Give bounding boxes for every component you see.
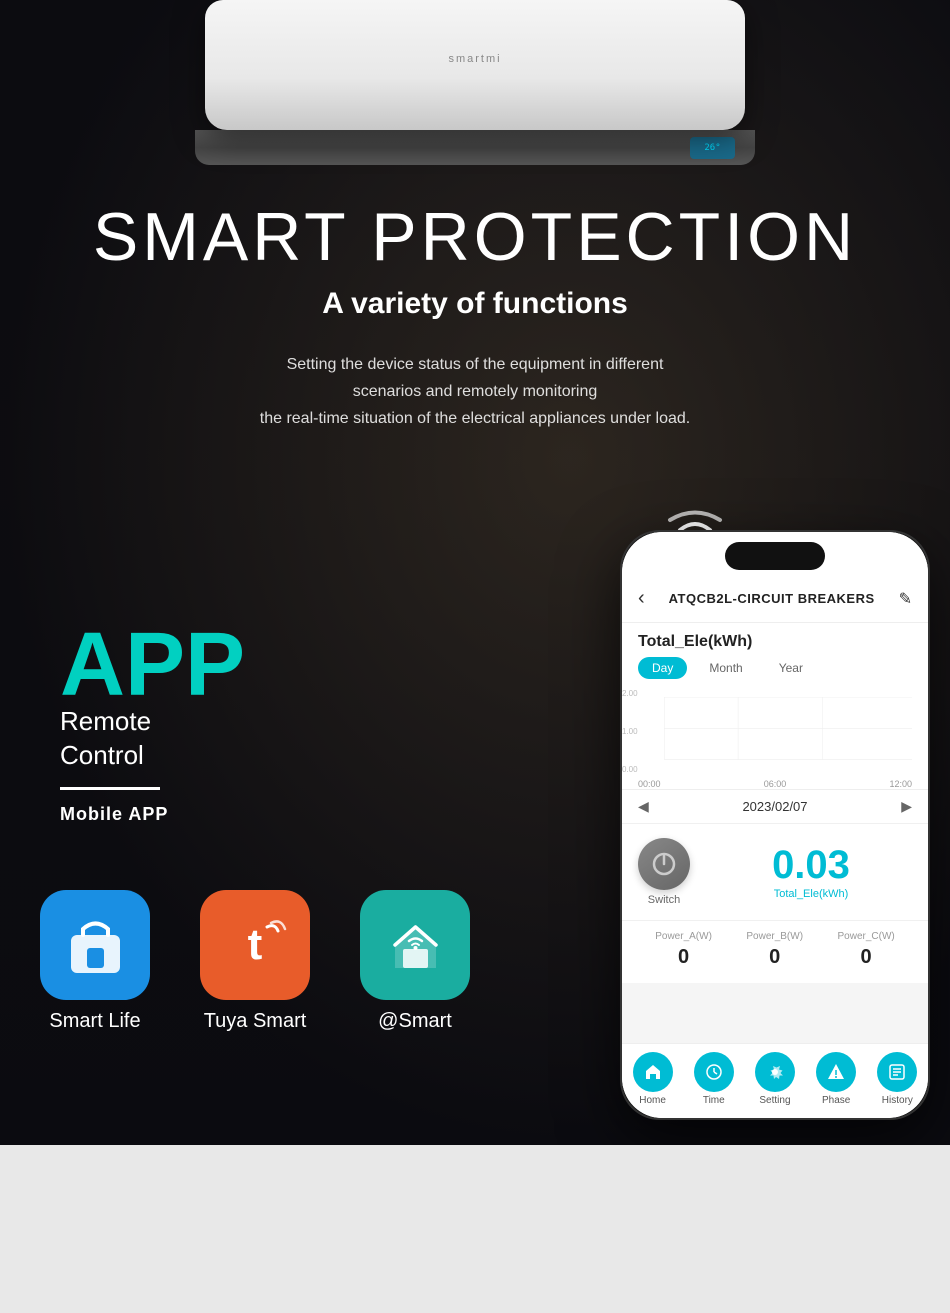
main-title: SMART PROTECTION bbox=[40, 200, 910, 275]
power-a-value: 0 bbox=[655, 946, 712, 969]
switch-container: Switch bbox=[638, 838, 690, 906]
power-c-item: Power_C(W) 0 bbox=[838, 931, 895, 969]
tab-day[interactable]: Day bbox=[638, 657, 687, 679]
smart-life-icon-box bbox=[40, 890, 150, 1000]
at-smart-icon-box bbox=[360, 890, 470, 1000]
ac-brand-label: smartmi bbox=[448, 53, 501, 65]
power-a-label: Power_A(W) bbox=[655, 931, 712, 942]
date-nav: ◀ 2023/02/07 ▶ bbox=[622, 789, 928, 823]
at-smart-icon bbox=[383, 913, 448, 978]
top-section: smartmi 26° SMART PROTECTION A variety o… bbox=[0, 0, 950, 1145]
energy-number: 0.03 bbox=[710, 845, 912, 885]
nav-phase[interactable]: Phase bbox=[816, 1052, 856, 1106]
at-smart-label: @Smart bbox=[378, 1010, 452, 1033]
phone-back-button[interactable]: ‹ bbox=[638, 587, 645, 610]
chart-x-2: 12:00 bbox=[889, 779, 912, 789]
setting-nav-icon bbox=[755, 1052, 795, 1092]
phone-title: ATQCB2L-CIRCUIT BREAKERS bbox=[669, 591, 875, 606]
phase-nav-icon bbox=[816, 1052, 856, 1092]
tab-month[interactable]: Month bbox=[695, 657, 756, 679]
switch-label: Switch bbox=[648, 894, 680, 906]
tab-year[interactable]: Year bbox=[765, 657, 817, 679]
app-icon-smart-life[interactable]: Smart Life bbox=[40, 890, 150, 1033]
description-text: Setting the device status of the equipme… bbox=[175, 351, 775, 433]
chart-y-labels: 2.00 1.00 0.00 bbox=[622, 689, 638, 774]
time-tabs: Day Month Year bbox=[622, 657, 928, 689]
chart-y-1: 1.00 bbox=[622, 727, 638, 736]
power-readings: Power_A(W) 0 Power_B(W) 0 Power_C(W) 0 bbox=[622, 920, 928, 983]
date-display: 2023/02/07 bbox=[742, 799, 807, 814]
tuya-label: Tuya Smart bbox=[204, 1010, 307, 1033]
smart-life-icon bbox=[63, 913, 128, 978]
phone-bottom-nav: Home Time bbox=[622, 1043, 928, 1118]
power-b-item: Power_B(W) 0 bbox=[746, 931, 803, 969]
chart-y-2: 2.00 bbox=[622, 689, 638, 698]
smart-life-label: Smart Life bbox=[49, 1010, 140, 1033]
nav-phase-label: Phase bbox=[822, 1095, 850, 1106]
hero-content: SMART PROTECTION A variety of functions … bbox=[0, 200, 950, 432]
home-nav-icon bbox=[633, 1052, 673, 1092]
power-icon bbox=[651, 851, 677, 877]
nav-history-label: History bbox=[882, 1095, 913, 1106]
power-c-label: Power_C(W) bbox=[838, 931, 895, 942]
energy-value-container: 0.03 Total_Ele(kWh) bbox=[710, 845, 912, 900]
nav-setting[interactable]: Setting bbox=[755, 1052, 795, 1106]
app-icon-tuya[interactable]: t Tuya Smart bbox=[200, 890, 310, 1033]
power-a-item: Power_A(W) 0 bbox=[655, 931, 712, 969]
tuya-icon-box: t bbox=[200, 890, 310, 1000]
history-nav-icon bbox=[877, 1052, 917, 1092]
phone-notch bbox=[725, 542, 825, 570]
power-b-value: 0 bbox=[746, 946, 803, 969]
app-section: APP Remote Control Mobile APP bbox=[60, 620, 245, 825]
phone-edit-button[interactable]: ✎ bbox=[899, 589, 912, 609]
nav-history[interactable]: History bbox=[877, 1052, 917, 1106]
svg-text:t: t bbox=[247, 920, 262, 969]
date-prev-button[interactable]: ◀ bbox=[638, 798, 649, 815]
app-divider bbox=[60, 787, 160, 790]
device-controls: Switch 0.03 Total_Ele(kWh) bbox=[622, 823, 928, 920]
app-big-text: APP bbox=[60, 620, 245, 710]
nav-time-label: Time bbox=[703, 1095, 725, 1106]
chart-x-labels: 00:00 06:00 12:00 bbox=[638, 779, 912, 789]
power-switch-button[interactable] bbox=[638, 838, 690, 890]
chart-x-1: 06:00 bbox=[764, 779, 787, 789]
app-remote-text: Remote Control bbox=[60, 705, 245, 773]
chart-area: 2.00 1.00 0.00 00:00 06:00 12:00 bbox=[622, 689, 928, 789]
power-c-value: 0 bbox=[838, 946, 895, 969]
phone-mockup: ‹ ATQCB2L-CIRCUIT BREAKERS ✎ Total_Ele(k… bbox=[620, 530, 930, 1120]
nav-setting-label: Setting bbox=[759, 1095, 790, 1106]
date-next-button[interactable]: ▶ bbox=[901, 798, 912, 815]
power-b-label: Power_B(W) bbox=[746, 931, 803, 942]
chart-svg bbox=[638, 697, 912, 772]
app-mobile-label: Mobile APP bbox=[60, 804, 245, 825]
app-icon-at-smart[interactable]: @Smart bbox=[360, 890, 470, 1033]
ac-unit: smartmi 26° bbox=[195, 0, 755, 165]
nav-home-label: Home bbox=[639, 1095, 666, 1106]
tuya-icon: t bbox=[223, 913, 288, 978]
energy-label: Total_Ele(kWh) bbox=[622, 623, 928, 657]
app-icons-section: Smart Life t Tuya Smart bbox=[40, 890, 470, 1033]
time-nav-icon bbox=[694, 1052, 734, 1092]
nav-home[interactable]: Home bbox=[633, 1052, 673, 1106]
chart-y-0: 0.00 bbox=[622, 765, 638, 774]
nav-time[interactable]: Time bbox=[694, 1052, 734, 1106]
ac-display: 26° bbox=[690, 137, 735, 159]
chart-x-0: 00:00 bbox=[638, 779, 661, 789]
energy-unit: Total_Ele(kWh) bbox=[710, 888, 912, 900]
phone-screen: ‹ ATQCB2L-CIRCUIT BREAKERS ✎ Total_Ele(k… bbox=[622, 532, 928, 1118]
sub-title: A variety of functions bbox=[40, 287, 910, 321]
bottom-section bbox=[0, 1145, 950, 1313]
